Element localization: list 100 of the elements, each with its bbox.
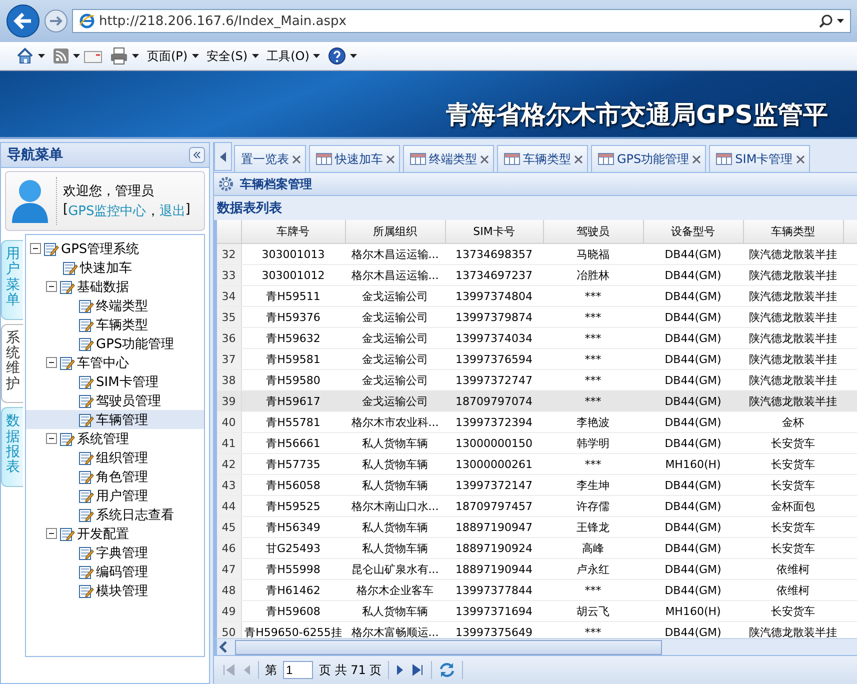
collapse-toggle-icon[interactable]	[46, 357, 57, 368]
table-row[interactable]: 34 青H59511 金戈运输公司 13997374804 *** DB44(GM) 陕汽德龙散装半挂	[217, 286, 857, 306]
table-cell: 许存儒	[543, 496, 643, 516]
close-icon[interactable]	[480, 154, 489, 164]
page-number-field[interactable]: 1	[283, 661, 313, 679]
table-cell: 13997379874	[445, 306, 543, 328]
help-icon[interactable]	[328, 47, 346, 65]
table-row[interactable]: 46 甘G25493 私人货物车辆 18897190924 高峰 DB44(GM) 长安货车	[217, 538, 857, 558]
tree-item[interactable]: 车管中心	[26, 353, 204, 372]
tree-item[interactable]: 模块管理	[26, 581, 204, 600]
tree-item[interactable]: GPS功能管理	[26, 334, 204, 353]
caret-icon[interactable]	[313, 54, 320, 58]
tree-item[interactable]: 终端类型	[26, 296, 204, 315]
side-tab[interactable]: 系统维护	[1, 324, 23, 404]
caret-icon[interactable]	[73, 54, 80, 58]
table-row[interactable]: 48 青H61462 格尔木企业客车 13997377844 *** DB44(GM) 依维柯	[217, 580, 857, 600]
tree-item[interactable]: 驾驶员管理	[26, 391, 204, 410]
home-icon[interactable]	[16, 47, 34, 65]
search-icon[interactable]	[819, 14, 833, 28]
column-header[interactable]: 车辆类型	[743, 220, 843, 244]
table-row[interactable]: 44 青H59525 格尔木南山口水... 18709797457 许存儒 DB44(GM) 金杯面包	[217, 496, 857, 516]
grid-title: 数据表列表	[217, 200, 282, 217]
printer-icon[interactable]	[110, 47, 128, 65]
tree-item[interactable]: 开发配置	[26, 524, 204, 543]
table-row[interactable]: 45 青H56349 私人货物车辆 18897190947 王锋龙 DB44(GM) 长安货车	[217, 516, 857, 538]
table-row[interactable]: 47 青H55998 昆仑山矿泉水有... 18897190944 卢永红 DB44(GM) 依维柯	[217, 558, 857, 580]
tree-item[interactable]: 字典管理	[26, 543, 204, 562]
close-icon[interactable]	[386, 154, 395, 164]
table-cell: 18897190944	[445, 558, 543, 580]
row-number: 39	[217, 390, 241, 412]
table-row[interactable]: 49 青H59608 私人货物车辆 13997371694 胡云飞 MH160(H) 长安货车	[217, 600, 857, 622]
table-cell: 13734698357	[445, 244, 543, 264]
last-page-icon[interactable]	[410, 663, 425, 677]
caret-icon[interactable]	[252, 54, 259, 58]
tree-item[interactable]: 角色管理	[26, 467, 204, 486]
column-header[interactable]: 所属组织	[345, 220, 445, 244]
menu-button[interactable]: 安全(S)	[206, 48, 259, 64]
tree-item[interactable]: 用户管理	[26, 486, 204, 505]
column-header[interactable]: 车牌号	[241, 220, 345, 244]
tree-item[interactable]: GPS管理系统	[26, 239, 204, 258]
tree-item[interactable]: 系统日志查看	[26, 505, 204, 524]
table-cell: 王锋龙	[543, 516, 643, 538]
tree-item[interactable]: 车辆管理	[26, 410, 204, 429]
scrollbar-thumb[interactable]	[235, 640, 662, 654]
caret-icon[interactable]	[132, 54, 139, 58]
tab[interactable]: 终端类型	[403, 145, 494, 172]
tree-item[interactable]: 快速加车	[26, 258, 204, 277]
table-row[interactable]: 39 青H59617 金戈运输公司 18709797074 *** DB44(GM) 陕汽德龙散装半挂	[217, 390, 857, 412]
refresh-icon[interactable]	[438, 661, 456, 679]
tab[interactable]: SIM卡管理	[709, 145, 810, 172]
caret-icon[interactable]	[38, 54, 45, 58]
tree-item[interactable]: 车辆类型	[26, 315, 204, 334]
table-row[interactable]: 35 青H59376 金戈运输公司 13997379874 *** DB44(GM) 陕汽德龙散装半挂	[217, 306, 857, 328]
table-row[interactable]: 36 青H59632 金戈运输公司 13997374034 *** DB44(GM) 陕汽德龙散装半挂	[217, 328, 857, 348]
collapse-toggle-icon[interactable]	[46, 528, 57, 539]
tab[interactable]: 置一览表	[234, 145, 306, 172]
tab[interactable]: 车辆类型	[497, 145, 588, 172]
column-header[interactable]: SIM卡号	[445, 220, 543, 244]
tab[interactable]: GPS功能管理	[591, 145, 706, 172]
collapse-icon[interactable]	[189, 147, 205, 163]
menu-button[interactable]: 工具(O)	[266, 48, 320, 64]
table-row[interactable]: 33 303001012 格尔木昌运运输... 13734697237 冶胜林 DB44(GM) 陕汽德龙散装半挂	[217, 264, 857, 286]
tab[interactable]: 快速加车	[309, 145, 400, 172]
url-text: http://218.206.167.6/Index_Main.aspx	[99, 14, 346, 28]
table-row[interactable]: 42 青H57735 私人货物车辆 13000000261 *** MH160(H) 长安货车	[217, 454, 857, 474]
column-header[interactable]: 驾驶员	[543, 220, 643, 244]
table-cell: 陕汽德龙散装半挂	[743, 244, 843, 264]
caret-icon[interactable]	[837, 19, 844, 23]
menu-button[interactable]: 页面(P)	[147, 48, 199, 64]
tab-scroll-left-button[interactable]	[214, 142, 232, 171]
close-icon[interactable]	[292, 154, 301, 164]
address-bar[interactable]: http://218.206.167.6/Index_Main.aspx	[72, 9, 851, 33]
table-cell: 陕汽德龙散装半挂	[743, 264, 843, 286]
tree-item[interactable]: SIM卡管理	[26, 372, 204, 391]
table-cell: 陕汽德龙散装半挂	[743, 390, 843, 412]
bracket-text: ]	[185, 202, 190, 219]
collapse-toggle-icon[interactable]	[46, 433, 57, 444]
table-cell: 私人货物车辆	[345, 474, 445, 496]
table-row[interactable]: 40 青H55781 格尔木市农业科... 13997372394 李艳波 DB44(GM) 金杯	[217, 412, 857, 432]
table-cell: 格尔木昌运运输...	[345, 244, 445, 264]
tree-item[interactable]: 组织管理	[26, 448, 204, 467]
collapse-toggle-icon[interactable]	[46, 281, 57, 292]
column-header[interactable]: 设备型号	[643, 220, 743, 244]
caret-icon[interactable]	[192, 54, 199, 58]
horizontal-scrollbar[interactable]	[214, 638, 857, 655]
table-row[interactable]: 41 青H56661 私人货物车辆 13000000150 韩学明 DB44(GM) 长安货车	[217, 432, 857, 454]
tree-item[interactable]: 编码管理	[26, 562, 204, 581]
tree-item[interactable]: 系统管理	[26, 429, 204, 448]
close-icon[interactable]	[796, 154, 805, 164]
table-row[interactable]: 37 青H59581 金戈运输公司 13997376594 *** DB44(GM) 陕汽德龙散装半挂	[217, 348, 857, 370]
caret-icon[interactable]	[350, 54, 358, 58]
table-cell: 青H55998	[241, 558, 345, 580]
table-row[interactable]: 43 青H56058 私人货物车辆 13997372147 李生坤 DB44(GM) 长安货车	[217, 474, 857, 496]
close-icon[interactable]	[692, 154, 702, 164]
notepad-icon	[43, 240, 59, 256]
next-page-icon[interactable]	[394, 663, 405, 677]
close-icon[interactable]	[574, 154, 583, 164]
table-row[interactable]: 32 303001013 格尔木昌运运输... 13734698357 马晓福 DB44(GM) 陕汽德龙散装半挂	[217, 244, 857, 264]
collapse-toggle-icon[interactable]	[30, 243, 41, 254]
tree-item[interactable]: 基础数据	[26, 277, 204, 296]
